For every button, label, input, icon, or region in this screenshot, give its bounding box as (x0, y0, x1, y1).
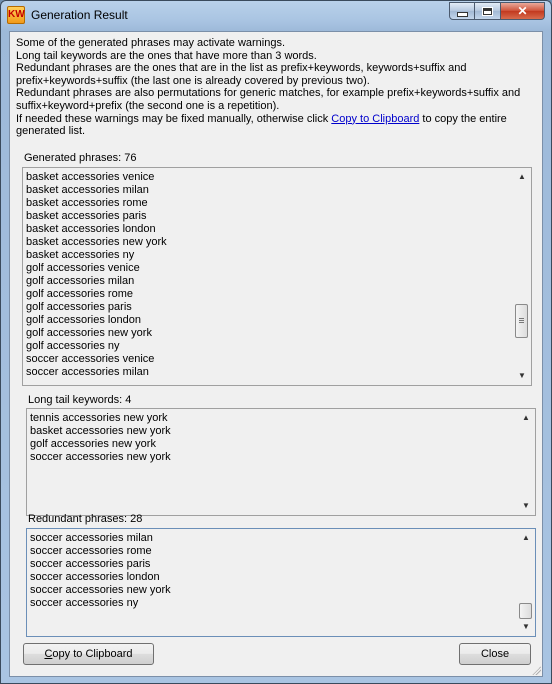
redundant-phrases-list[interactable]: soccer accessories milan soccer accessori… (26, 528, 536, 637)
window-controls: ✕ (449, 2, 545, 20)
list-item[interactable]: basket accessories ny (26, 249, 514, 262)
maximize-icon (483, 7, 492, 15)
copy-to-clipboard-link[interactable]: Copy to Clipboard (331, 113, 419, 125)
description-line-with-link: If needed these warnings may be fixed ma… (16, 113, 536, 126)
list-item[interactable]: soccer accessories rome (30, 545, 518, 558)
list-item[interactable]: basket accessories new york (30, 425, 518, 438)
list-item[interactable]: golf accessories ny (26, 340, 514, 353)
copy-to-clipboard-button[interactable]: Copy to Clipboard (23, 643, 154, 665)
long-tail-scrollbar[interactable]: ▲ ▼ (518, 410, 534, 514)
description-line: Some of the generated phrases may activa… (16, 37, 286, 49)
window: KW Generation Result ✕ Some of the gener… (0, 0, 552, 684)
list-item[interactable]: basket accessories new york (26, 236, 514, 249)
button-label: opy to Clipboard (52, 648, 133, 660)
list-item[interactable]: soccer accessories new york (30, 451, 518, 464)
grip-icon (519, 318, 524, 324)
list-item[interactable]: basket accessories milan (26, 184, 514, 197)
list-item[interactable]: golf accessories new york (30, 438, 518, 451)
list-item[interactable]: golf accessories venice (26, 262, 514, 275)
scroll-up-arrow-icon[interactable]: ▲ (518, 530, 534, 546)
list-item[interactable]: golf accessories paris (26, 301, 514, 314)
list-item[interactable]: basket accessories london (26, 223, 514, 236)
redundant-phrases-items: soccer accessories milan soccer accessori… (30, 532, 518, 610)
list-item[interactable]: soccer accessories venice (26, 353, 514, 366)
list-item[interactable]: soccer accessories london (30, 571, 518, 584)
scroll-down-arrow-icon[interactable]: ▼ (518, 498, 534, 514)
dialog-client-area: Some of the generated phrases may activa… (9, 31, 543, 677)
maximize-button[interactable] (475, 2, 501, 20)
generated-phrases-list[interactable]: basket accessories venice basket accessor… (22, 167, 532, 386)
app-icon: KW (7, 6, 25, 24)
description-line: generated list. (16, 125, 86, 138)
generated-phrases-scrollbar[interactable]: ▲ ▼ (514, 169, 530, 384)
list-item[interactable]: basket accessories paris (26, 210, 514, 223)
list-item[interactable]: soccer accessories paris (30, 558, 518, 571)
scroll-down-arrow-icon[interactable]: ▼ (518, 619, 534, 635)
warning-description: Some of the generated phrases may activa… (16, 37, 536, 138)
scroll-down-arrow-icon[interactable]: ▼ (514, 368, 530, 384)
title-bar[interactable]: KW Generation Result ✕ (1, 1, 551, 30)
list-item[interactable]: golf accessories milan (26, 275, 514, 288)
generated-phrases-items: basket accessories venice basket accessor… (26, 171, 514, 379)
list-item[interactable]: soccer accessories new york (30, 584, 518, 597)
close-button[interactable]: Close (459, 643, 531, 665)
resize-grip-icon[interactable] (531, 665, 541, 675)
description-text: to copy the entire (419, 112, 507, 125)
list-item[interactable]: golf accessories new york (26, 327, 514, 340)
scroll-thumb[interactable] (519, 603, 532, 619)
list-item[interactable]: soccer accessories ny (30, 597, 518, 610)
description-line: Redundant phrases are the ones that are … (16, 62, 467, 75)
description-line: prefix+keywords+suffix (the last one is … (16, 74, 370, 87)
long-tail-keywords-items: tennis accessories new york basket access… (30, 412, 518, 464)
window-title: Generation Result (31, 8, 128, 22)
description-line: suffix+keyword+prefix (the second one is… (16, 99, 280, 112)
scroll-thumb[interactable] (515, 304, 528, 339)
list-item[interactable]: soccer accessories milan (26, 366, 514, 379)
close-icon: ✕ (517, 4, 528, 18)
scroll-up-arrow-icon[interactable]: ▲ (514, 169, 530, 185)
redundant-phrases-scrollbar[interactable]: ▲ ▼ (518, 530, 534, 635)
list-item[interactable]: tennis accessories new york (30, 412, 518, 425)
list-item[interactable]: golf accessories london (26, 314, 514, 327)
minimize-icon (456, 11, 468, 17)
list-item[interactable]: basket accessories venice (26, 171, 514, 184)
minimize-button[interactable] (449, 2, 475, 20)
close-window-button[interactable]: ✕ (501, 2, 545, 20)
long-tail-keywords-label: Long tail keywords: 4 (28, 394, 132, 406)
long-tail-keywords-list[interactable]: tennis accessories new york basket access… (26, 408, 536, 516)
list-item[interactable]: golf accessories rome (26, 288, 514, 301)
redundant-phrases-label: Redundant phrases: 28 (28, 513, 143, 525)
description-text: If needed these warnings may be fixed ma… (16, 112, 332, 125)
description-line: Redundant phrases are also permutations … (16, 87, 521, 100)
generated-phrases-label: Generated phrases: 76 (24, 152, 137, 164)
list-item[interactable]: soccer accessories milan (30, 532, 518, 545)
scroll-up-arrow-icon[interactable]: ▲ (518, 410, 534, 426)
list-item[interactable]: basket accessories rome (26, 197, 514, 210)
description-line: Long tail keywords are the ones that hav… (16, 49, 317, 62)
